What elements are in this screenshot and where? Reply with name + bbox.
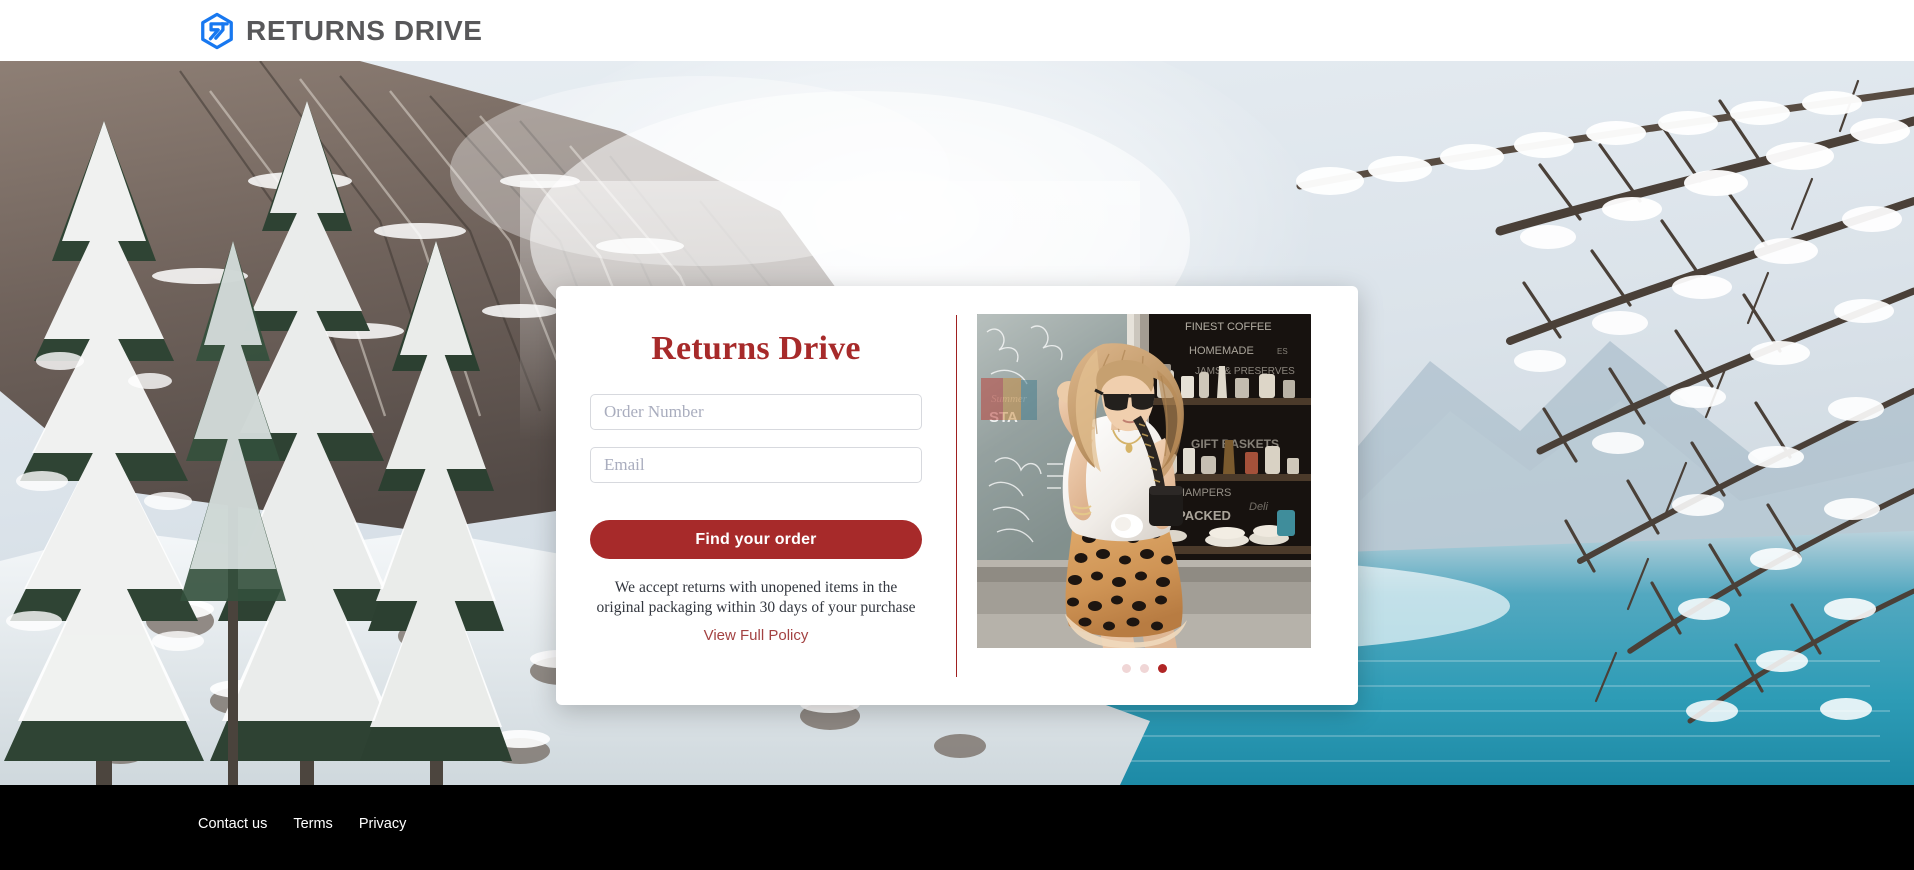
returns-drive-page: RETURNS DRIVE Returns Drive Order Number… (0, 0, 1914, 870)
footer-link-contact-us[interactable]: Contact us (198, 816, 267, 832)
carousel-dots (1121, 664, 1167, 673)
return-policy-note: We accept returns with unopened items in… (596, 579, 916, 616)
order-number-input[interactable] (590, 394, 922, 431)
page-title: Returns Drive (651, 330, 861, 367)
carousel-dot-2[interactable] (1139, 664, 1149, 673)
returns-drive-hexagon-logo-icon (198, 12, 236, 50)
return-lookup-card: Returns Drive Find your order We accept … (556, 286, 1358, 705)
card-image-column: STA Summer (956, 286, 1358, 705)
brand-logo-link[interactable]: RETURNS DRIVE (198, 12, 483, 50)
find-your-order-button[interactable]: Find your order (590, 520, 922, 560)
svg-text:HAMPERS: HAMPERS (1177, 487, 1231, 499)
product-carousel-image[interactable]: STA Summer (977, 314, 1311, 648)
carousel-dot-3[interactable] (1157, 664, 1167, 673)
site-header: RETURNS DRIVE (0, 0, 1914, 61)
svg-text:PACKED: PACKED (1177, 508, 1231, 523)
svg-text:ES: ES (1277, 347, 1288, 356)
svg-text:HOMEMADE: HOMEMADE (1189, 345, 1254, 357)
svg-text:Deli: Deli (1249, 501, 1269, 513)
hero-section: Returns Drive Find your order We accept … (0, 61, 1914, 785)
view-full-policy-link[interactable]: View Full Policy (704, 627, 809, 644)
svg-text:JAMS & PRESERVES: JAMS & PRESERVES (1195, 366, 1295, 377)
footer-link-terms[interactable]: Terms (293, 816, 332, 832)
site-footer: Contact us Terms Privacy (0, 785, 1914, 870)
svg-text:FINEST COFFEE: FINEST COFFEE (1185, 321, 1272, 333)
carousel-dot-1[interactable] (1121, 664, 1131, 673)
card-form-column: Returns Drive Find your order We accept … (556, 286, 956, 705)
footer-link-list: Contact us Terms Privacy (198, 816, 406, 832)
footer-link-privacy[interactable]: Privacy (359, 816, 407, 832)
email-input[interactable] (590, 447, 922, 484)
brand-name: RETURNS DRIVE (246, 14, 483, 46)
